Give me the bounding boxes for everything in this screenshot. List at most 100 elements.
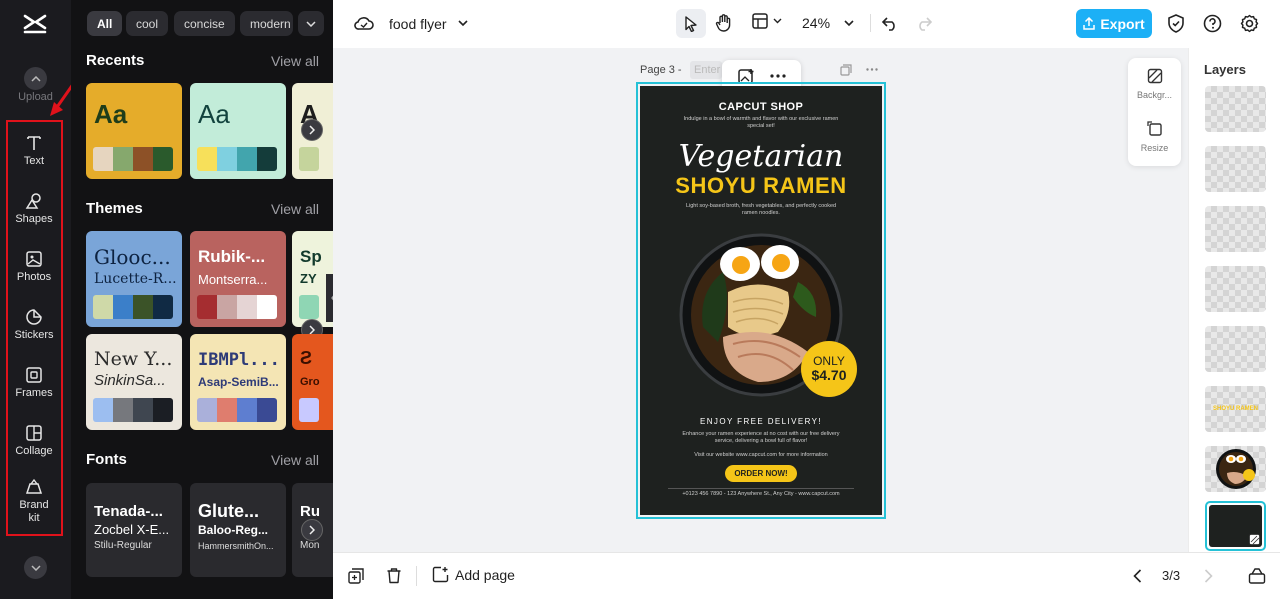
- previous-page-icon[interactable]: [1133, 569, 1142, 583]
- rail-item-collage[interactable]: Collage: [6, 412, 62, 468]
- fonts-next-button[interactable]: [301, 519, 323, 541]
- export-button[interactable]: Export: [1076, 9, 1152, 38]
- font-line3: Mon: [300, 540, 320, 551]
- recent-style-card[interactable]: Aa: [86, 83, 182, 179]
- font-pair-card[interactable]: Glute... Baloo-Reg... HammersmithOn...: [190, 483, 286, 577]
- pages-panel-icon[interactable]: [1248, 567, 1266, 584]
- themes-view-all-link[interactable]: View all: [271, 201, 319, 217]
- filter-chip-cool[interactable]: cool: [126, 11, 169, 36]
- filter-chip-all[interactable]: All: [87, 11, 123, 36]
- theme-heading: New Y...: [94, 348, 173, 370]
- cursor-icon: [685, 15, 697, 32]
- flyer-description: Light soy-based broth, fresh vegetables,…: [685, 203, 837, 216]
- layer-thumbnail[interactable]: [1205, 326, 1266, 372]
- font-pair-card[interactable]: Tenada-... Zocbel X-E... Stilu-Regular: [86, 483, 182, 577]
- flyer-footer-divider: [668, 488, 854, 489]
- chevron-down-icon: [30, 564, 41, 571]
- flyer-page[interactable]: CAPCUT SHOP Indulge in a bowl of warmth …: [640, 86, 882, 515]
- chevron-down-icon[interactable]: [844, 20, 854, 27]
- theme-heading: IBMPl...: [198, 350, 280, 370]
- flyer-script-title: Vegetarian: [678, 139, 844, 174]
- rail-item-text[interactable]: Text: [6, 122, 62, 178]
- background-tool-label: Backgr...: [1136, 90, 1172, 100]
- color-swatches: [299, 295, 319, 319]
- rail-scroll-down-button[interactable]: [24, 556, 47, 579]
- flyer-main-title: SHOYU RAMEN: [675, 173, 847, 198]
- rail-item-photos[interactable]: Photos: [6, 238, 62, 294]
- layer-thumbnail[interactable]: [1205, 146, 1266, 192]
- background-layer-icon: [1249, 534, 1260, 545]
- theme-subtitle: Lucette-R...: [94, 271, 177, 287]
- ramen-bowl-thumbnail-image: [1215, 449, 1256, 489]
- layer-thumbnail[interactable]: [1205, 266, 1266, 312]
- recents-next-button[interactable]: [301, 119, 323, 141]
- rail-item-label: Collage: [15, 444, 53, 457]
- add-page-button[interactable]: Add page: [432, 566, 515, 583]
- theme-subtitle: Montserra...: [198, 272, 268, 287]
- filter-more-button[interactable]: [298, 11, 324, 36]
- theme-card[interactable]: IBMPl... Asap-SemiB...: [190, 334, 286, 430]
- zoom-level[interactable]: 24%: [802, 15, 830, 31]
- theme-card[interactable]: Glooc... Lucette-R...: [86, 231, 182, 327]
- rail-item-frames[interactable]: Frames: [6, 354, 62, 410]
- theme-card[interactable]: Ƨ Gro: [292, 334, 333, 430]
- shield-check-icon[interactable]: [1167, 14, 1185, 33]
- cloud-sync-icon[interactable]: [354, 14, 374, 32]
- duplicate-page-icon[interactable]: [348, 568, 364, 584]
- rail-item-label: Frames: [15, 386, 53, 399]
- layer-thumbnail[interactable]: [1205, 206, 1266, 252]
- upload-icon: [1083, 17, 1096, 30]
- stickers-icon: [26, 308, 42, 325]
- font-line1: Tenada-...: [94, 503, 163, 520]
- layer-thumbnail[interactable]: [1205, 446, 1266, 492]
- select-tool-button[interactable]: [676, 9, 706, 38]
- layer-thumbnail[interactable]: SHOYU RAMEN: [1205, 386, 1266, 432]
- fonts-view-all-link[interactable]: View all: [271, 452, 319, 468]
- left-tool-rail: Upload Text Shapes Photos Stickers Frame…: [0, 0, 78, 599]
- delete-trash-icon[interactable]: [386, 567, 402, 584]
- page-name-input[interactable]: Enter: [690, 61, 722, 79]
- card-sample-text: Aa: [198, 99, 230, 129]
- more-options-icon[interactable]: [770, 74, 786, 78]
- text-icon: [27, 135, 41, 150]
- layout-icon: [752, 13, 768, 29]
- color-swatches: [197, 398, 277, 422]
- page-more-icon[interactable]: [866, 68, 878, 71]
- filter-chip-modern[interactable]: modern: [240, 11, 293, 36]
- chevron-down-icon[interactable]: [458, 20, 468, 27]
- recent-style-card[interactable]: Aa: [190, 83, 286, 179]
- undo-icon[interactable]: [881, 14, 899, 32]
- themes-title: Themes: [86, 200, 143, 217]
- recents-view-all-link[interactable]: View all: [271, 53, 319, 69]
- shapes-icon: [25, 192, 41, 209]
- theme-card[interactable]: New Y... SinkinSa...: [86, 334, 182, 430]
- order-now-button[interactable]: ORDER NOW!: [725, 465, 797, 482]
- resize-tool-label: Resize: [1140, 143, 1169, 153]
- background-icon: [1147, 68, 1162, 84]
- help-icon[interactable]: [1203, 14, 1222, 33]
- rail-item-stickers[interactable]: Stickers: [6, 296, 62, 352]
- flyer-delivery-title: ENJOY FREE DELIVERY!: [700, 417, 822, 426]
- background-tool-button[interactable]: Backgr...: [1128, 68, 1181, 100]
- rail-item-label: Photos: [16, 270, 52, 283]
- rail-scroll-up-button[interactable]: [24, 67, 47, 90]
- filter-chip-concise[interactable]: concise: [174, 11, 235, 36]
- duplicate-page-icon[interactable]: [840, 64, 852, 76]
- layer-thumbnail[interactable]: [1205, 86, 1266, 132]
- next-page-icon[interactable]: [1204, 569, 1213, 583]
- rail-item-brand-kit[interactable]: Brand kit: [6, 472, 62, 530]
- capcut-logo[interactable]: [20, 10, 50, 38]
- top-toolbar: food flyer 24% Export: [333, 0, 1280, 48]
- hand-pan-icon[interactable]: [714, 13, 734, 33]
- layers-title: Layers: [1204, 62, 1246, 77]
- document-title[interactable]: food flyer: [389, 16, 447, 32]
- settings-gear-icon[interactable]: [1240, 14, 1259, 33]
- redo-icon[interactable]: [915, 14, 933, 32]
- resize-tool-button[interactable]: Resize: [1128, 121, 1181, 153]
- theme-card[interactable]: Rubik-... Montserra...: [190, 231, 286, 327]
- layer-thumbnail-selected[interactable]: [1205, 501, 1266, 551]
- font-line2: Baloo-Reg...: [198, 523, 269, 537]
- chevron-down-icon: [306, 20, 316, 27]
- layout-menu-button[interactable]: [751, 12, 782, 30]
- rail-item-shapes[interactable]: Shapes: [6, 180, 62, 236]
